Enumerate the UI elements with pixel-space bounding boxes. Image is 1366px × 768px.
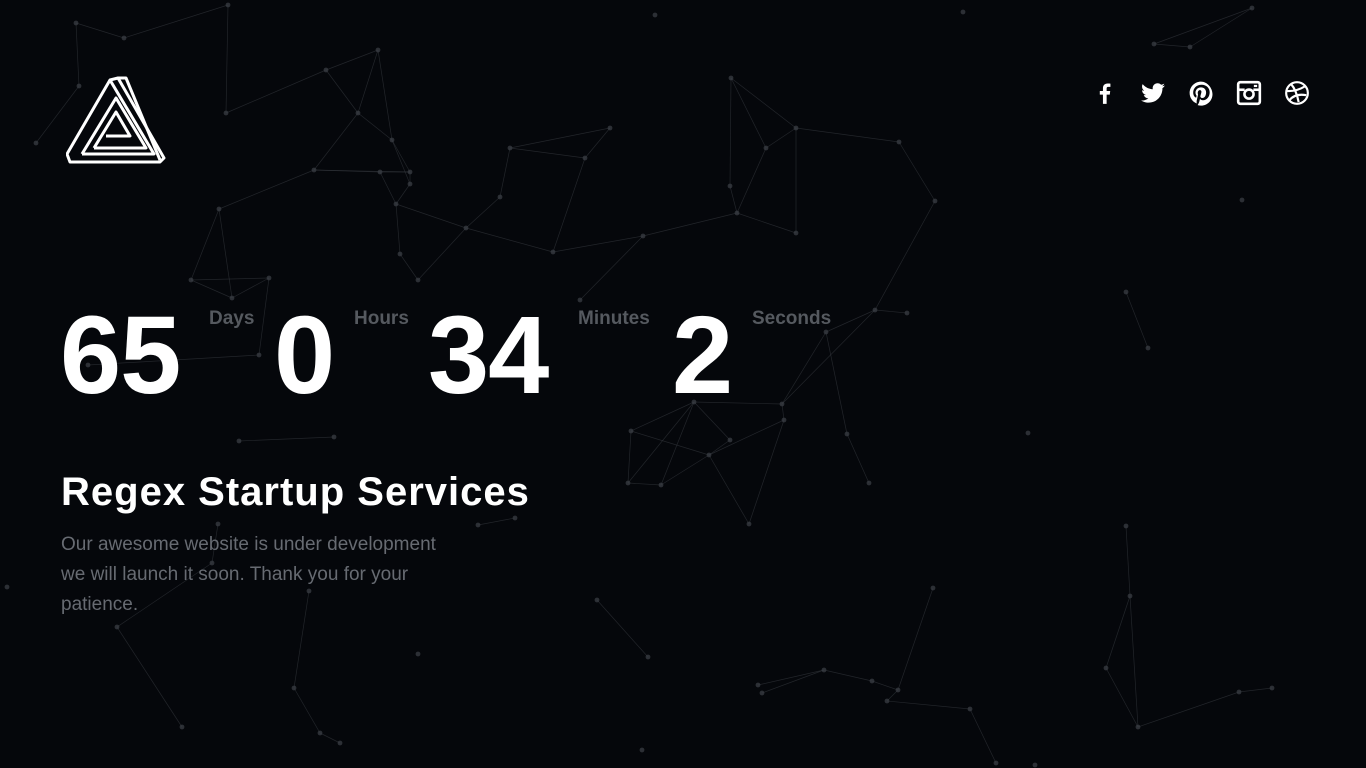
social-links: [1090, 78, 1330, 108]
facebook-link[interactable]: [1090, 78, 1120, 108]
countdown-seconds-label: Seconds: [752, 308, 832, 329]
countdown-minutes-label: Minutes: [578, 308, 650, 329]
twitter-link[interactable]: [1138, 78, 1168, 108]
site-description: Our awesome website is under development…: [61, 534, 436, 615]
pinterest-link[interactable]: [1186, 78, 1216, 108]
countdown-days-value: 65: [60, 294, 181, 417]
brand-logo[interactable]: [65, 76, 166, 164]
site-title: Regex Startup Services: [61, 470, 530, 514]
countdown-seconds-value: 2: [672, 294, 733, 417]
pinterest-icon: [1189, 81, 1213, 106]
instagram-link[interactable]: [1234, 78, 1264, 108]
instagram-icon: [1236, 80, 1262, 106]
facebook-icon: [1099, 83, 1111, 104]
countdown-hours-value: 0: [274, 294, 335, 417]
countdown-minutes-value: 34: [428, 294, 549, 417]
dribbble-icon: [1285, 81, 1309, 105]
dribbble-link[interactable]: [1282, 78, 1312, 108]
countdown-days-label: Days: [209, 308, 255, 329]
penrose-triangle-icon: [65, 76, 166, 164]
twitter-icon: [1141, 83, 1165, 103]
countdown-hours-label: Hours: [354, 308, 409, 329]
